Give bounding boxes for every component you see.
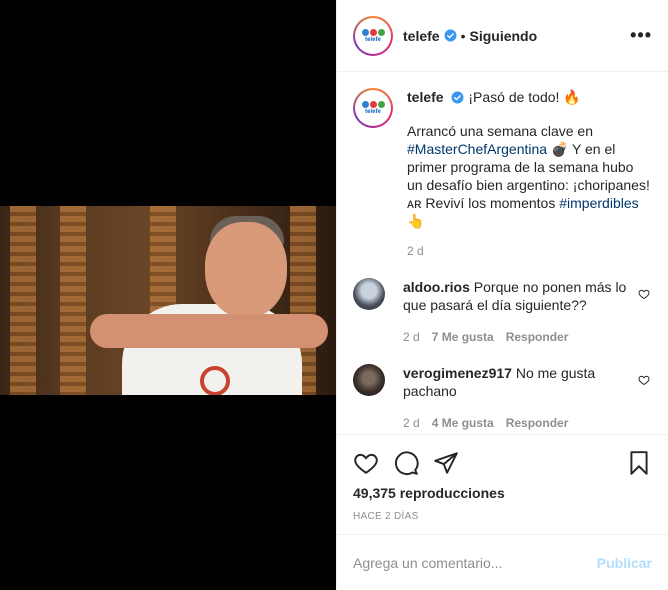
verified-badge-icon [452,91,464,104]
background-panel [60,206,86,395]
comment-time: 2 d [403,330,420,344]
hashtag-link[interactable]: #MasterChefArgentina [407,141,547,157]
header-separator: • [460,27,466,44]
avatar[interactable]: telefe [353,15,393,56]
instagram-post-modal: telefe telefe • Siguiendo ••• telefe tel… [0,0,668,590]
comment-item: verogimenez917 No me gusta pachano 2 d 4… [353,364,652,432]
avatar-logo-text: telefe [365,109,381,115]
caption-title: ¡Pasó de todo! 🔥 [468,89,581,105]
chef-head [205,222,287,318]
comment-likes[interactable]: 7 Me gusta [432,328,494,346]
commenter-avatar[interactable] [353,278,385,310]
video-player[interactable] [0,206,336,395]
logo-dot [361,28,369,36]
caption-username[interactable]: telefe [407,89,444,105]
comments-section[interactable]: telefe telefe ¡Pasó de todo! 🔥 Arrancó u… [337,72,668,434]
header-username[interactable]: telefe [403,28,440,44]
logo-dot [369,101,377,108]
post-sidebar: telefe telefe • Siguiendo ••• telefe tel… [336,0,668,590]
like-comment-heart-icon[interactable] [638,288,650,300]
logo-dot [377,28,385,36]
share-paper-plane-icon[interactable] [433,450,459,476]
view-count[interactable]: 49,375 reproducciones [353,485,652,501]
add-comment-bar: Publicar [337,534,668,590]
post-media[interactable] [0,0,336,590]
caption-text: Arrancó una semana clave en [407,123,593,139]
caption-time: 2 d [407,244,424,258]
caption-body: Arrancó una semana clave en #MasterChefA… [407,122,652,230]
comment-bubble-icon[interactable] [393,450,419,476]
caption-text: 👆 [407,213,425,229]
verified-badge-icon [444,29,457,42]
comment-username[interactable]: aldoo.rios [403,279,470,295]
logo-dot [369,28,377,36]
logo-dot [377,101,385,108]
masterchef-logo [200,366,230,395]
reply-button[interactable]: Responder [506,328,569,346]
hashtag-link[interactable]: #imperdibles [559,195,638,211]
reply-button[interactable]: Responder [506,414,569,432]
chef-arms [90,314,328,348]
post-header: telefe telefe • Siguiendo ••• [337,0,668,72]
comment-input[interactable] [353,554,597,571]
caption: telefe telefe ¡Pasó de todo! 🔥 Arrancó u… [353,88,652,260]
action-icons [353,443,652,483]
following-button[interactable]: Siguiendo [469,28,537,44]
like-comment-heart-icon[interactable] [638,374,650,386]
save-bookmark-icon[interactable] [626,450,652,476]
background-panel [10,206,36,395]
avatar-logo-text: telefe [365,36,381,43]
logo-dot [361,101,369,108]
caption-avatar[interactable]: telefe [353,88,393,128]
comment-item: aldoo.rios Porque no ponen más lo que pa… [353,278,652,346]
comment-time: 2 d [403,416,420,430]
publish-button[interactable]: Publicar [597,555,652,571]
commenter-avatar[interactable] [353,364,385,396]
like-heart-icon[interactable] [353,450,379,476]
more-options-icon[interactable]: ••• [630,25,652,46]
post-date[interactable]: HACE 2 DÍAS [353,511,652,522]
comment-likes[interactable]: 4 Me gusta [432,414,494,432]
post-actions: 49,375 reproducciones HACE 2 DÍAS [337,434,668,534]
comment-username[interactable]: verogimenez917 [403,365,512,381]
